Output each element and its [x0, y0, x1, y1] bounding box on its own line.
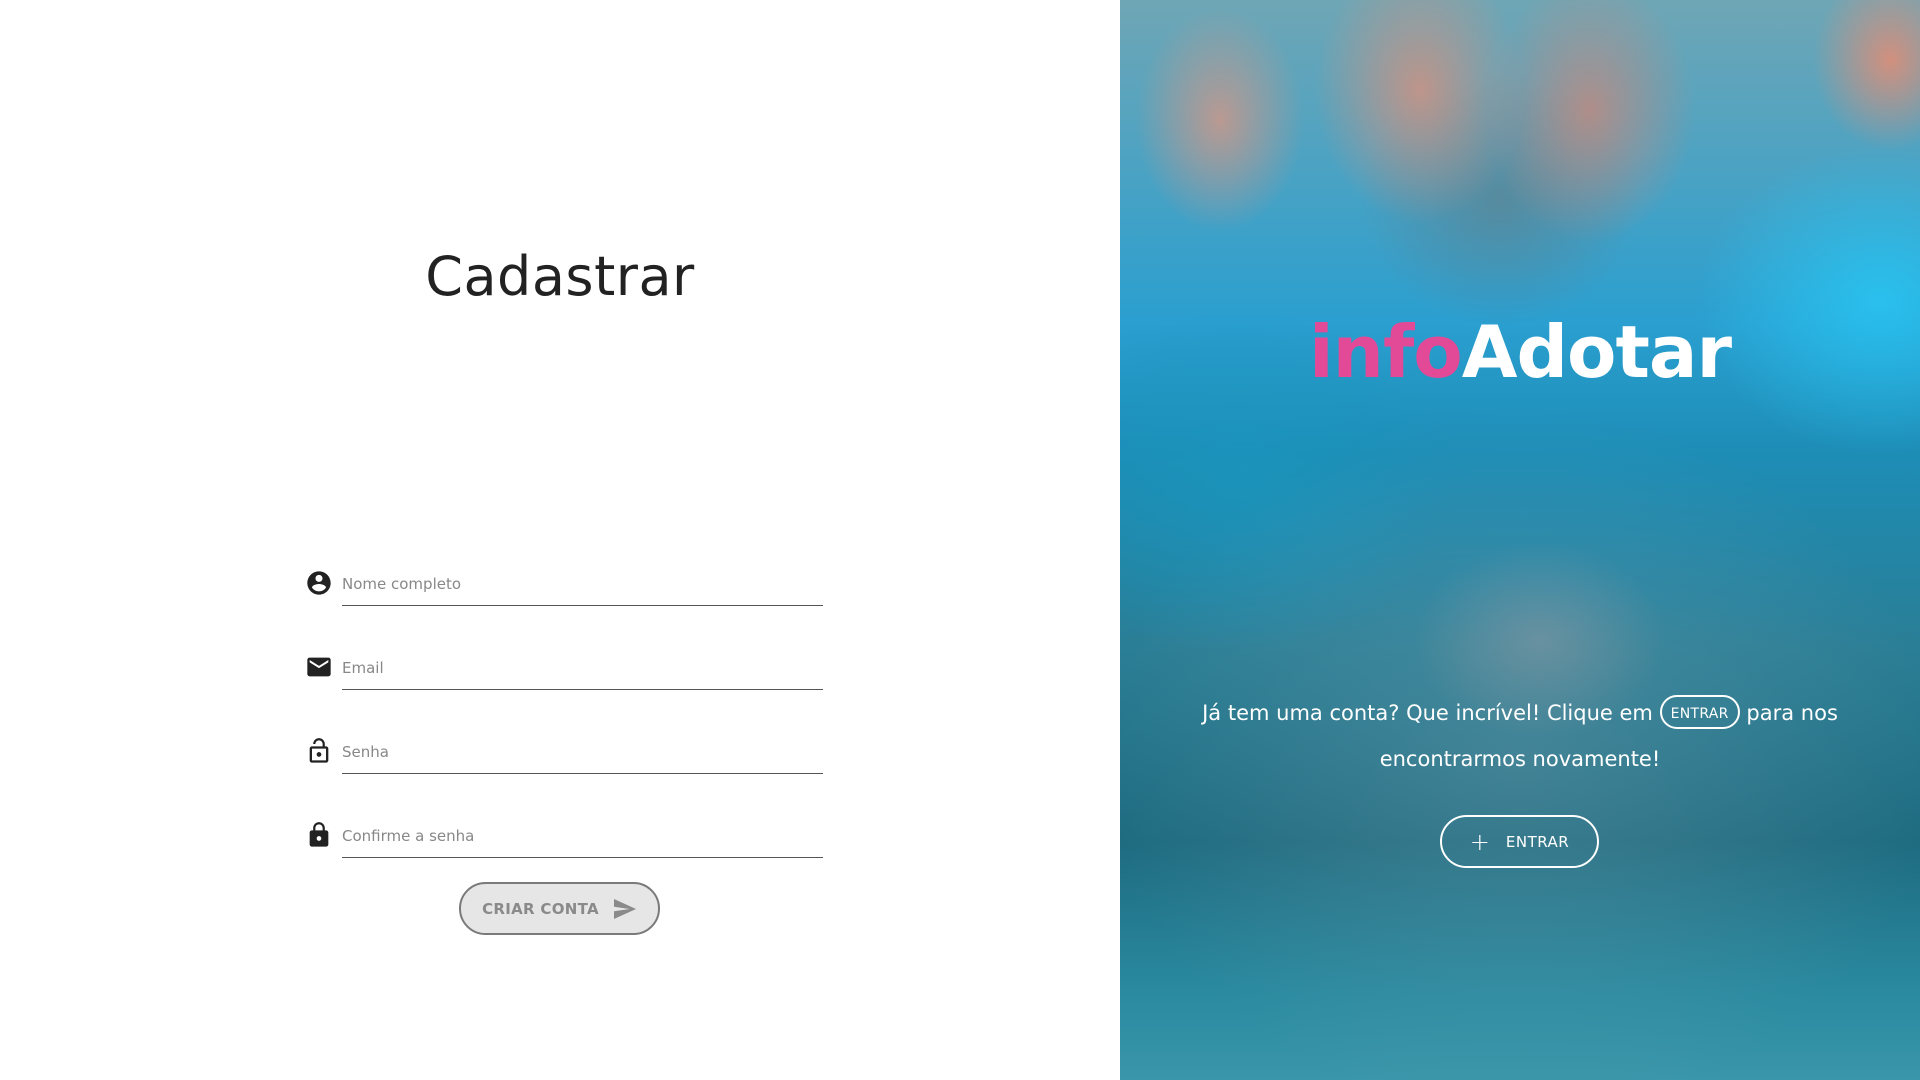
confirm-password-field — [305, 815, 823, 859]
password-field — [305, 731, 823, 775]
inline-entrar-button[interactable]: ENTRAR — [1659, 695, 1740, 729]
plus-icon: + — [1469, 827, 1490, 856]
lock-icon — [305, 821, 333, 849]
email-field — [305, 647, 823, 691]
brand-logo: infoAdotar — [1120, 310, 1920, 394]
page-title: Cadastrar — [425, 245, 695, 308]
message-before: Já tem uma conta? Que incrível! Clique e… — [1202, 701, 1653, 725]
login-message: Já tem uma conta? Que incrível! Clique e… — [1190, 690, 1850, 782]
entrar-label: ENTRAR — [1505, 832, 1570, 851]
email-input[interactable] — [342, 647, 823, 690]
entrar-button[interactable]: + ENTRAR — [1440, 815, 1599, 868]
create-account-button[interactable]: CRIAR CONTA — [459, 882, 660, 935]
create-account-label: CRIAR CONTA — [482, 899, 599, 918]
login-cta-panel: infoAdotar Já tem uma conta? Que incríve… — [1120, 0, 1920, 1080]
mail-icon — [305, 653, 333, 681]
full-name-field — [305, 563, 823, 607]
signup-panel: Cadastrar CRIAR CONTA — [0, 0, 1120, 1080]
full-name-input[interactable] — [342, 563, 823, 606]
lock-open-icon — [305, 737, 333, 765]
send-icon — [613, 898, 637, 920]
confirm-password-input[interactable] — [342, 815, 823, 858]
password-input[interactable] — [342, 731, 823, 774]
brand-adotar: Adotar — [1461, 310, 1732, 394]
signup-page: Cadastrar CRIAR CONTA — [0, 0, 1920, 1080]
account-circle-icon — [305, 569, 333, 597]
brand-info: info — [1309, 310, 1463, 394]
